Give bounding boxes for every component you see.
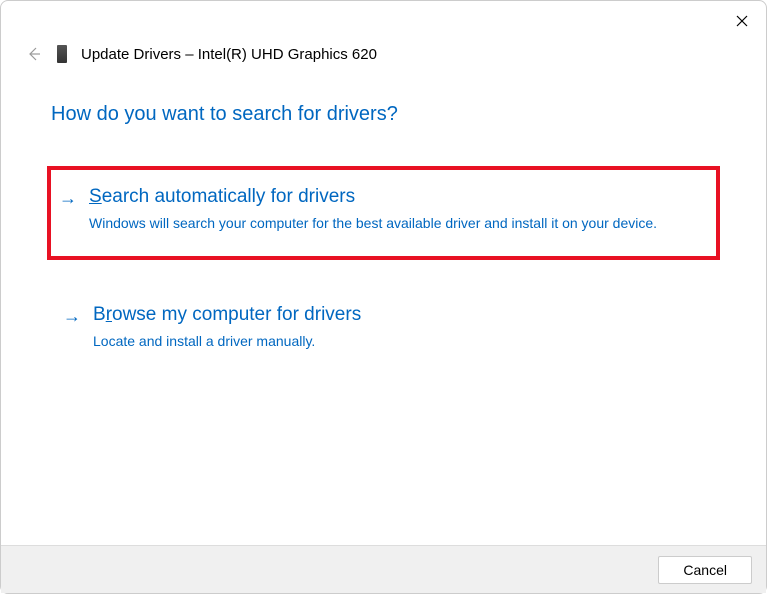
arrow-right-icon: → — [63, 306, 81, 327]
close-button[interactable] — [730, 9, 754, 33]
titlebar — [1, 1, 766, 37]
option-desc-browse: Locate and install a driver manually. — [93, 332, 700, 352]
header-title: Update Drivers – Intel(R) UHD Graphics 6… — [81, 46, 377, 63]
device-icon — [57, 45, 67, 63]
option-title-auto: Search automatically for drivers — [89, 186, 704, 208]
close-icon — [736, 15, 748, 27]
footer: Cancel — [1, 545, 766, 593]
back-arrow-icon — [26, 46, 42, 62]
back-button[interactable] — [25, 46, 43, 62]
option-title-browse: Browse my computer for drivers — [93, 304, 700, 326]
content-area: How do you want to search for drivers? →… — [1, 63, 766, 373]
question-heading: How do you want to search for drivers? — [51, 103, 716, 126]
arrow-right-icon: → — [59, 188, 77, 209]
cancel-button[interactable]: Cancel — [658, 556, 752, 584]
header-row: Update Drivers – Intel(R) UHD Graphics 6… — [1, 37, 766, 63]
option-browse-computer[interactable]: → Browse my computer for drivers Locate … — [51, 284, 716, 374]
option-search-automatically[interactable]: → Search automatically for drivers Windo… — [47, 166, 720, 260]
option-desc-auto: Windows will search your computer for th… — [89, 214, 704, 234]
